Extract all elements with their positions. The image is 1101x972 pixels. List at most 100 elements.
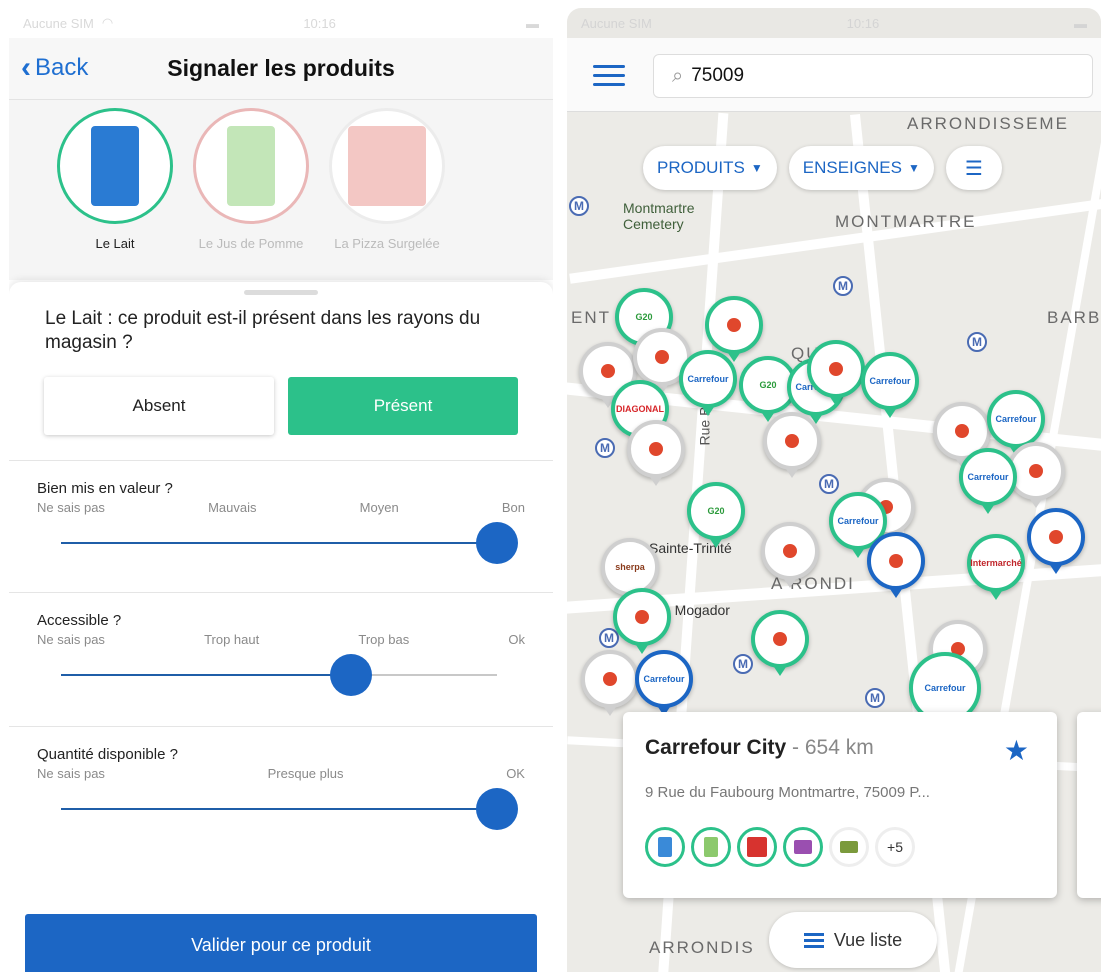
store-pin-monoprix[interactable]	[613, 588, 671, 654]
list-view-button[interactable]: Vue liste	[769, 912, 937, 968]
franprix-logo-icon	[1029, 464, 1043, 478]
status-bar: Aucune SIM 10:16 ▬	[567, 8, 1101, 38]
products-filter-button[interactable]: PRODUITS ▼	[643, 146, 777, 190]
map-label: ARRONDISSEME	[907, 114, 1069, 133]
list-view-label: Vue liste	[833, 929, 903, 950]
metro-icon: M	[733, 654, 753, 674]
validate-button[interactable]: Valider pour ce produit	[25, 914, 537, 972]
map-filters: PRODUITS ▼ ENSEIGNES ▼ ☰	[643, 146, 1002, 190]
map-label: ARRONDIS	[649, 938, 755, 957]
store-pin-monoprix[interactable]	[751, 610, 809, 676]
product-item-jus-de-pomme[interactable]: Le Jus de Pomme	[191, 108, 311, 280]
funnel-icon: ▼	[750, 161, 763, 175]
back-button[interactable]: ‹ Back	[21, 53, 88, 83]
scale-label: Mauvais	[208, 500, 257, 515]
franprix-logo-icon	[783, 544, 797, 558]
store-card-title: Carrefour City - 654 km	[645, 736, 1035, 760]
store-pin-carrefour[interactable]: Carrefour	[635, 650, 693, 716]
filter-label: PRODUITS	[657, 158, 745, 177]
store-pin-sherpa[interactable]: sherpa	[601, 538, 659, 604]
scale-label: Ne sais pas	[37, 632, 105, 647]
store-pin-monoprix[interactable]	[1027, 508, 1085, 574]
slider-thumb[interactable]	[476, 788, 518, 830]
page-title: Signaler les produits	[167, 55, 395, 81]
slider-fill	[61, 542, 497, 544]
monoprix-logo-icon	[773, 632, 787, 646]
map-label: ENT	[571, 308, 611, 327]
accessibility-slider[interactable]	[37, 651, 525, 699]
product-carousel: Le Lait Le Jus de Pomme La Pizza Surgelé…	[9, 100, 553, 280]
franprix-logo-icon	[649, 442, 663, 456]
search-field[interactable]: ⌕ 75009	[653, 54, 1093, 98]
store-pin-monoprix[interactable]	[807, 340, 865, 406]
product-thumb	[329, 108, 445, 224]
store-pin-franprix[interactable]	[581, 650, 639, 716]
chevron-left-icon: ‹	[21, 51, 31, 84]
menu-icon[interactable]	[593, 65, 625, 92]
absent-button[interactable]: Absent	[44, 376, 274, 435]
store-pin-franprix[interactable]	[627, 420, 685, 486]
store-map-screen: Aucune SIM 10:16 ▬ ⌕ 75009 ARRONDISSEME …	[567, 8, 1101, 972]
metro-icon: M	[833, 276, 853, 296]
scale-label: Presque plus	[267, 766, 344, 781]
store-pin-g20[interactable]: G20	[687, 482, 745, 548]
scale-label: Ok	[508, 632, 525, 647]
store-name: Carrefour City	[645, 736, 787, 759]
store-pin-monoprix[interactable]	[867, 532, 925, 598]
quantity-slider[interactable]	[37, 785, 525, 833]
map-label: Montmartre Cemetery	[623, 200, 695, 232]
list-icon	[803, 930, 824, 951]
monoprix-logo-icon	[727, 318, 741, 332]
franprix-logo-icon	[603, 672, 617, 686]
monoprix-logo-icon	[635, 610, 649, 624]
store-pin-franprix[interactable]	[763, 412, 821, 478]
franprix-logo-icon	[785, 434, 799, 448]
store-pin-intermarche[interactable]: Intermarché	[967, 534, 1025, 600]
product-item-lait[interactable]: Le Lait	[55, 108, 175, 280]
product-juice-icon	[691, 827, 731, 867]
presence-question: Le Lait : ce produit est-il présent dans…	[45, 308, 481, 353]
product-item-pizza[interactable]: La Pizza Surgelée	[327, 108, 447, 280]
slider-fill	[61, 674, 352, 676]
monoprix-logo-icon	[1049, 530, 1063, 544]
slider-thumb[interactable]	[476, 522, 518, 564]
store-card[interactable]: Carrefour City - 654 km ★ 9 Rue du Faubo…	[623, 712, 1057, 898]
store-pin-carrefour[interactable]: Carrefour	[679, 350, 737, 416]
scale-label: Bon	[501, 500, 525, 515]
pizza-box-image	[348, 126, 426, 206]
clock: 10:16	[303, 15, 336, 31]
brands-filter-button[interactable]: ENSEIGNES ▼	[788, 146, 934, 190]
criterion-visibility: Bien mis en valeur ? Ne sais pas Mauvais…	[9, 480, 553, 567]
back-label: Back	[35, 54, 89, 81]
criterion-quantity: Quantité disponible ? Ne sais pas Presqu…	[9, 746, 553, 833]
battery-icon: ▬	[1074, 15, 1087, 31]
criterion-accessibility: Accessible ? Ne sais pas Trop haut Trop …	[9, 612, 553, 699]
carrier-label: Aucune SIM	[581, 15, 652, 31]
visibility-slider[interactable]	[37, 519, 525, 567]
criterion-title: Accessible ?	[37, 612, 122, 629]
product-pack-icon	[783, 827, 823, 867]
present-button[interactable]: Présent	[288, 376, 518, 435]
store-pin-franprix[interactable]	[761, 522, 819, 588]
scale-label: Trop bas	[358, 632, 410, 647]
store-pin-carrefour[interactable]: Carrefour	[959, 448, 1017, 514]
store-pin-carrefour[interactable]: Carrefour	[861, 352, 919, 418]
product-pizza-icon	[737, 827, 777, 867]
favorite-star-icon[interactable]: ★	[1004, 734, 1029, 767]
metro-icon: M	[595, 438, 615, 458]
monoprix-logo-icon	[829, 362, 843, 376]
metro-icon: M	[967, 332, 987, 352]
funnel-icon: ▼	[907, 161, 920, 175]
store-pin-monoprix[interactable]	[705, 296, 763, 362]
settings-sliders-button[interactable]: ☰	[945, 146, 1002, 190]
monoprix-logo-icon	[889, 554, 903, 568]
map-view[interactable]: ARRONDISSEME MONTMARTRE Montmartre Cemet…	[567, 112, 1101, 972]
slider-thumb[interactable]	[330, 654, 373, 696]
more-products-badge[interactable]: +5	[875, 827, 915, 867]
battery-icon: ▬	[526, 15, 539, 31]
store-pin-carrefour[interactable]: Carrefour	[987, 390, 1045, 456]
next-store-card[interactable]	[1077, 712, 1101, 898]
filter-label: ENSEIGNES	[802, 158, 902, 177]
scale-label: Ne sais pas	[37, 766, 105, 781]
store-address: 9 Rue du Faubourg Montmartre, 75009 P...	[645, 784, 930, 801]
